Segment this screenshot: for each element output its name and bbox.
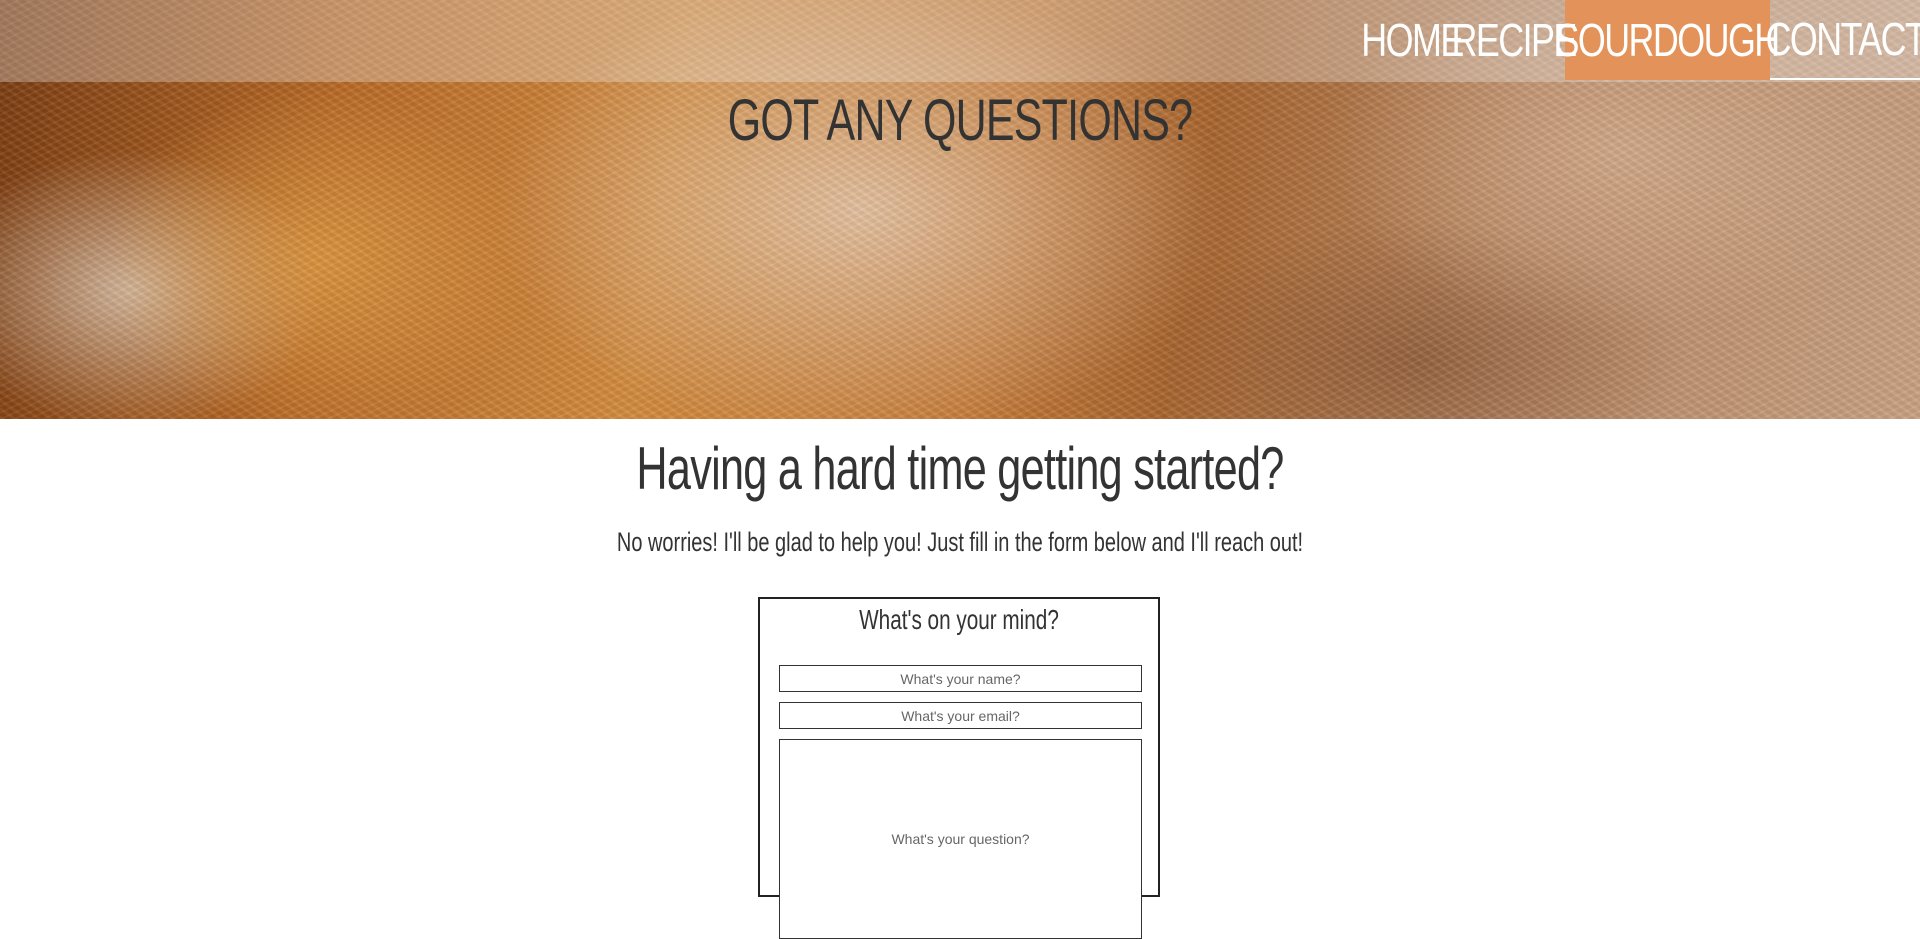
name-input[interactable] xyxy=(779,665,1142,692)
nav-item-home[interactable]: HOME xyxy=(1361,0,1464,80)
page-subline: No worries! I'll be glad to help you! Ju… xyxy=(616,527,1304,557)
hero-banner: HOME RECIPE SOURDOUGH CONTACT GOT ANY QU… xyxy=(0,0,1920,419)
contact-form: What's on your mind? xyxy=(758,597,1160,939)
nav-item-sourdough-label[interactable]: SOURDOUGH xyxy=(1556,13,1781,67)
nav-item-sourdough[interactable]: SOURDOUGH xyxy=(1556,0,1781,80)
email-input[interactable] xyxy=(779,702,1142,729)
nav-item-home-label[interactable]: HOME xyxy=(1361,13,1464,67)
question-textarea[interactable] xyxy=(779,739,1142,939)
page-headline: Having a hard time getting started? xyxy=(636,435,1284,502)
main-nav: HOME RECIPE SOURDOUGH CONTACT xyxy=(1361,0,1920,80)
nav-item-contact-label[interactable]: CONTACT xyxy=(1765,12,1920,66)
hero-title: GOT ANY QUESTIONS? xyxy=(727,88,1193,153)
nav-item-recipe[interactable]: RECIPE xyxy=(1451,0,1577,80)
form-title: What's on your mind? xyxy=(859,604,1059,635)
nav-item-contact[interactable]: CONTACT xyxy=(1765,0,1920,80)
